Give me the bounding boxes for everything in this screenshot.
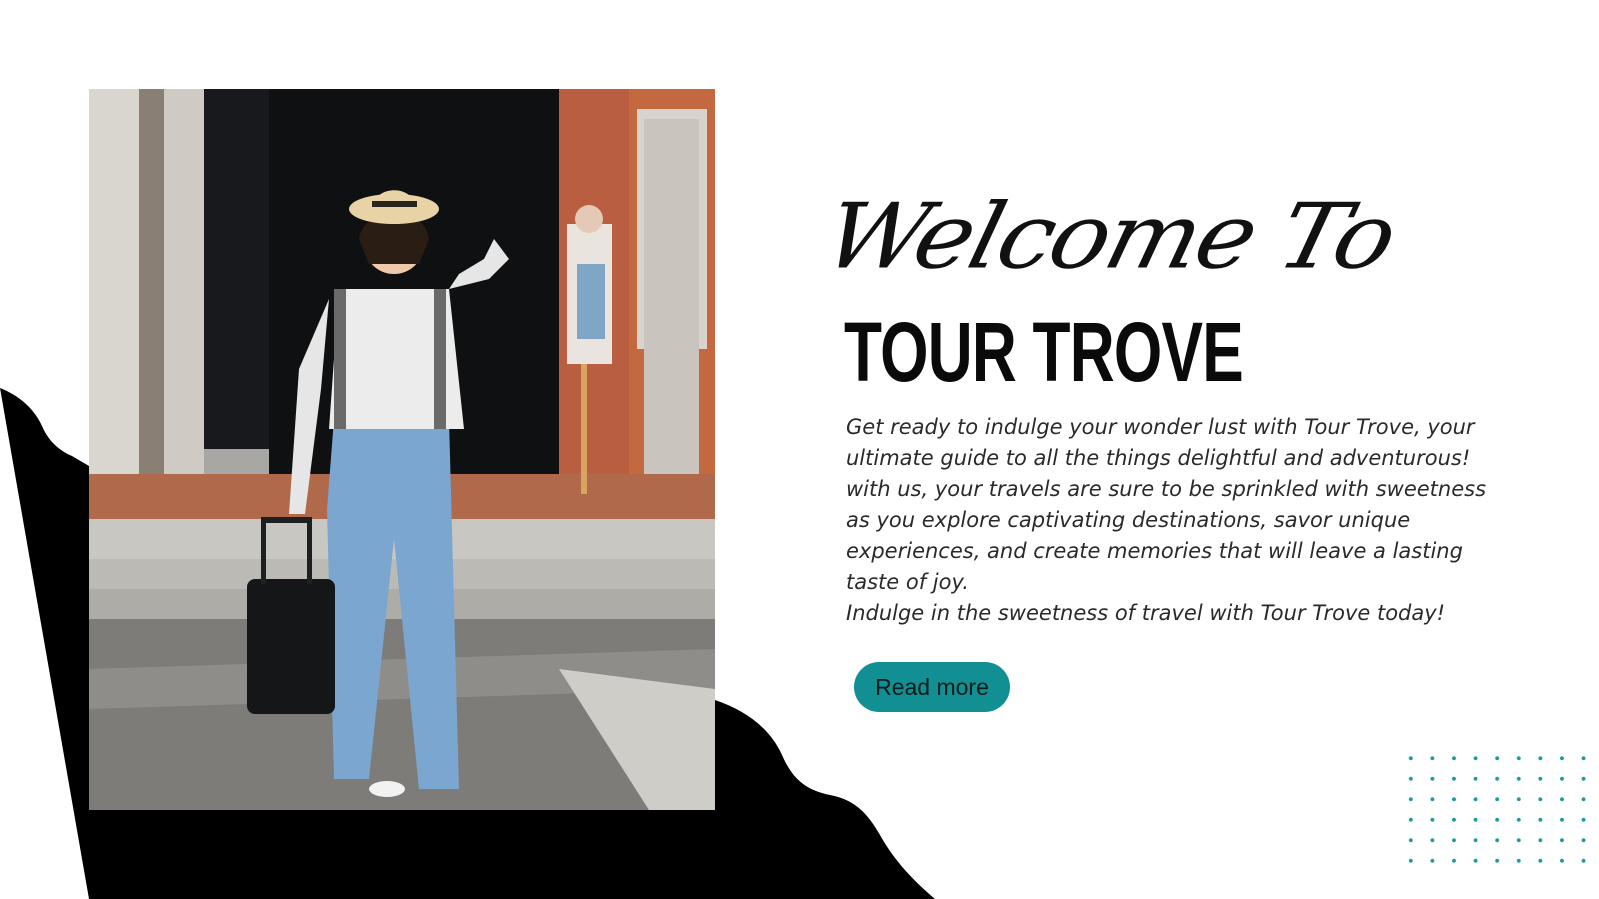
description-line: Get ready to indulge your wonder lust wi… [846,415,1475,439]
read-more-button[interactable]: Read more [854,662,1010,712]
brand-title: TOUR TROVE [844,305,1244,399]
traveler-photo [89,89,715,810]
welcome-script-heading: Welcome To [813,184,1405,290]
hero-description: Get ready to indulge your wonder lust wi… [846,412,1546,629]
description-line: with us, your travels are sure to be spr… [846,477,1487,501]
description-line: taste of joy. [846,570,969,594]
dot-grid-decoration [1400,748,1599,868]
description-line: Indulge in the sweetness of travel with … [846,601,1446,625]
hero-slide: Welcome To TOUR TROVE Get ready to indul… [0,0,1599,899]
description-line: as you explore captivating destinations,… [846,508,1411,532]
description-line: experiences, and create memories that wi… [846,539,1463,563]
description-line: ultimate guide to all the things delight… [846,446,1471,470]
